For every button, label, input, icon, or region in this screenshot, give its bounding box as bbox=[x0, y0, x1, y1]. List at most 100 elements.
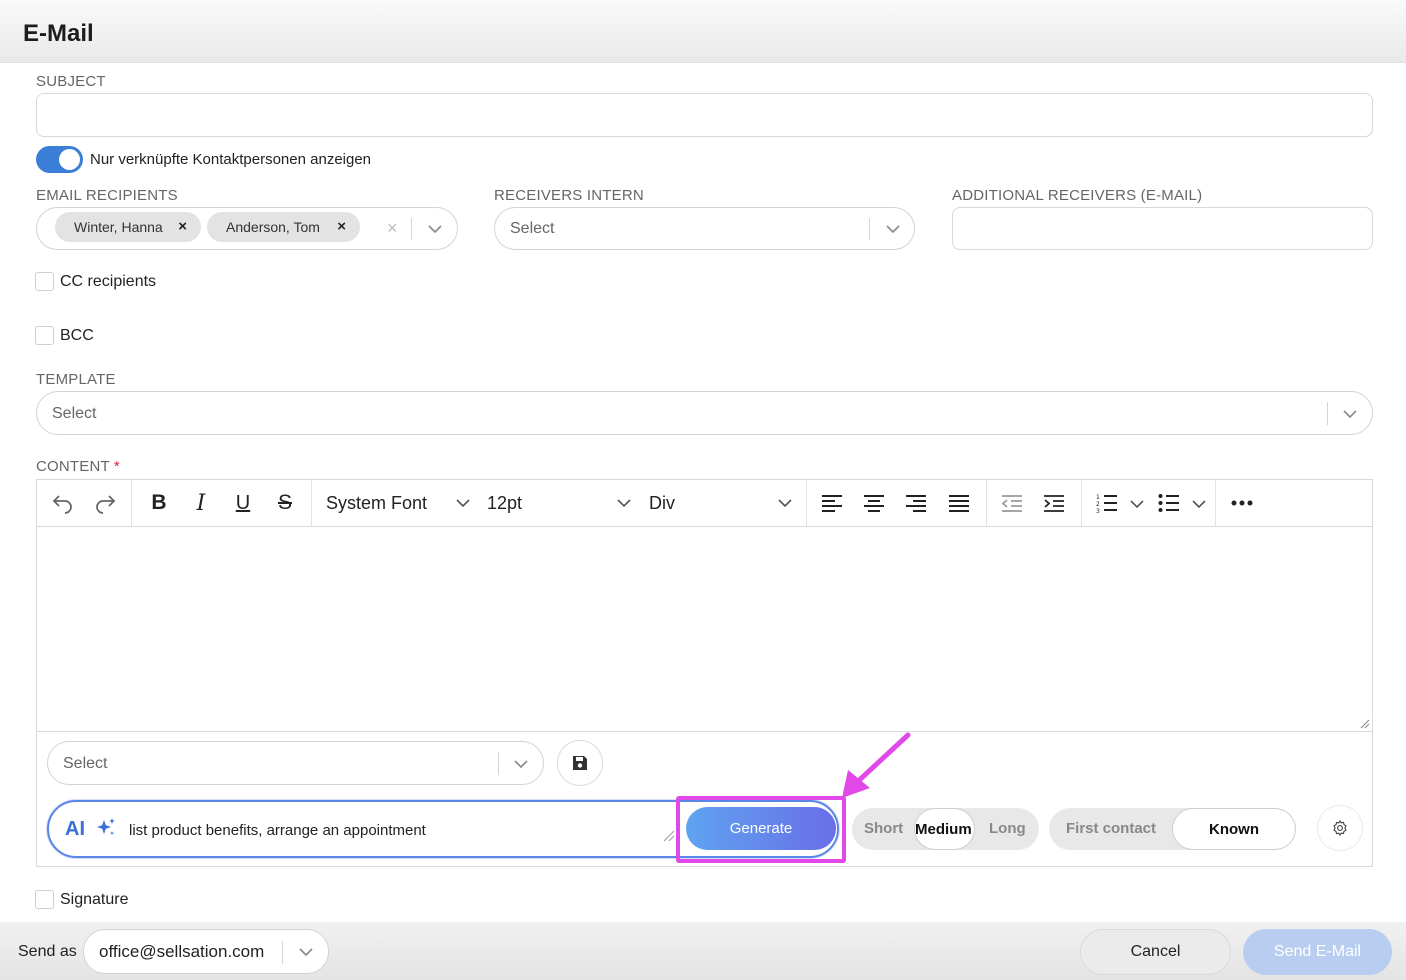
chevron-down-icon[interactable] bbox=[1189, 494, 1209, 514]
length-segmented-control: Short Medium Long bbox=[852, 808, 1039, 850]
length-option-short[interactable]: Short bbox=[864, 820, 903, 837]
resize-handle-icon[interactable] bbox=[1360, 719, 1370, 729]
send-as-label: Send as bbox=[18, 943, 77, 960]
template-label: TEMPLATE bbox=[36, 371, 116, 388]
chevron-down-icon[interactable] bbox=[1127, 494, 1147, 514]
cc-checkbox[interactable] bbox=[35, 272, 54, 291]
clear-icon[interactable]: × bbox=[387, 218, 398, 239]
svg-text:3: 3 bbox=[1096, 508, 1100, 513]
ai-settings-button[interactable] bbox=[1317, 805, 1363, 851]
select-separator bbox=[282, 941, 283, 964]
redo-button[interactable] bbox=[91, 490, 121, 516]
bcc-checkbox[interactable] bbox=[35, 326, 54, 345]
select-separator bbox=[411, 218, 412, 240]
svg-text:2: 2 bbox=[1096, 501, 1100, 508]
align-center-icon bbox=[864, 495, 884, 512]
toggle-knob bbox=[59, 149, 80, 170]
save-snippet-button[interactable] bbox=[557, 740, 603, 786]
bcc-label: BCC bbox=[60, 327, 94, 344]
indent-icon bbox=[1044, 495, 1064, 512]
snippet-select[interactable]: Select bbox=[47, 741, 544, 785]
linked-contacts-label: Nur verknüpfte Kontaktpersonen anzeigen bbox=[90, 151, 372, 168]
recipient-chip: Winter, Hanna × bbox=[55, 212, 201, 242]
email-recipients-label: EMAIL RECIPIENTS bbox=[36, 187, 178, 204]
more-button[interactable] bbox=[1227, 490, 1257, 516]
italic-button[interactable]: I bbox=[186, 490, 216, 516]
chevron-down-icon[interactable] bbox=[614, 493, 634, 513]
bullet-list-button[interactable] bbox=[1154, 490, 1184, 516]
strikethrough-button[interactable]: S bbox=[270, 490, 300, 516]
numbered-list-icon: 123 bbox=[1096, 494, 1117, 513]
content-label-text: CONTENT bbox=[36, 458, 110, 475]
align-right-button[interactable] bbox=[901, 490, 931, 516]
receivers-intern-placeholder: Select bbox=[510, 220, 555, 237]
align-group bbox=[807, 480, 987, 526]
bullet-list-icon bbox=[1158, 494, 1179, 512]
editor-toolbar: B I U S System Font 12pt Div 1 2 3 bbox=[37, 480, 1372, 527]
cc-label: CC recipients bbox=[60, 273, 157, 290]
chevron-down-icon[interactable] bbox=[425, 219, 445, 239]
remove-chip-icon[interactable]: × bbox=[178, 212, 187, 242]
chevron-down-icon[interactable] bbox=[775, 493, 795, 513]
template-placeholder: Select bbox=[52, 405, 97, 422]
select-separator bbox=[869, 218, 870, 240]
ai-label: AI bbox=[65, 818, 85, 840]
chevron-down-icon[interactable] bbox=[453, 493, 473, 513]
outdent-button[interactable] bbox=[997, 490, 1027, 516]
font-family-value: System Font bbox=[326, 493, 428, 513]
receivers-intern-select[interactable]: Select bbox=[494, 207, 915, 250]
gear-icon bbox=[1333, 820, 1347, 836]
send-as-select[interactable]: office@sellsation.com bbox=[83, 929, 329, 974]
chevron-down-icon[interactable] bbox=[296, 942, 316, 962]
font-group: System Font 12pt Div bbox=[312, 480, 807, 526]
snippet-placeholder: Select bbox=[63, 755, 108, 772]
align-left-icon bbox=[822, 495, 842, 512]
undo-button[interactable] bbox=[47, 490, 77, 516]
underline-icon: U bbox=[235, 491, 251, 514]
more-dots-icon bbox=[1231, 500, 1253, 506]
additional-receivers-input[interactable] bbox=[952, 207, 1373, 250]
numbered-list-button[interactable]: 123 bbox=[1092, 490, 1122, 516]
subject-label: SUBJECT bbox=[36, 73, 106, 90]
chevron-down-icon[interactable] bbox=[511, 754, 531, 774]
template-select[interactable]: Select bbox=[36, 391, 1373, 435]
bold-button[interactable]: B bbox=[144, 490, 174, 516]
recipient-chip: Anderson, Tom × bbox=[207, 212, 360, 242]
receivers-intern-label: RECEIVERS INTERN bbox=[494, 187, 644, 204]
outdent-icon bbox=[1001, 495, 1022, 512]
align-left-button[interactable] bbox=[817, 490, 847, 516]
sparkle-icon bbox=[97, 818, 115, 835]
block-format-value: Div bbox=[649, 493, 675, 513]
relation-option-known[interactable]: Known bbox=[1172, 808, 1296, 850]
chevron-down-icon[interactable] bbox=[1340, 404, 1360, 424]
length-option-long[interactable]: Long bbox=[989, 820, 1026, 837]
undo-icon bbox=[52, 495, 72, 514]
signature-checkbox[interactable] bbox=[35, 890, 54, 909]
resize-handle-icon[interactable] bbox=[663, 830, 675, 842]
subject-input[interactable] bbox=[36, 93, 1373, 137]
send-as-value: office@sellsation.com bbox=[99, 942, 265, 961]
dialog-header: E-Mail bbox=[0, 0, 1406, 63]
generate-highlight-box bbox=[676, 796, 846, 863]
floppy-disk-icon bbox=[573, 756, 587, 770]
align-justify-button[interactable] bbox=[944, 490, 974, 516]
send-email-button[interactable]: Send E-Mail bbox=[1243, 929, 1392, 975]
length-option-medium[interactable]: Medium bbox=[914, 808, 975, 850]
annotation-arrow-icon bbox=[842, 732, 911, 798]
content-editable-area[interactable] bbox=[37, 527, 1372, 732]
dialog-title: E-Mail bbox=[23, 20, 94, 47]
linked-contacts-toggle[interactable] bbox=[36, 146, 83, 173]
additional-receivers-label: ADDITIONAL RECEIVERS (E-MAIL) bbox=[952, 187, 1203, 204]
ai-prompt-input[interactable]: list product benefits, arrange an appoin… bbox=[129, 822, 426, 839]
underline-button[interactable]: U bbox=[228, 490, 258, 516]
format-group: B I U S bbox=[132, 480, 312, 526]
align-center-button[interactable] bbox=[859, 490, 889, 516]
signature-label: Signature bbox=[60, 891, 129, 908]
indent-button[interactable] bbox=[1039, 490, 1069, 516]
relation-option-first-contact[interactable]: First contact bbox=[1066, 820, 1156, 837]
strikethrough-icon: S bbox=[277, 491, 292, 514]
chevron-down-icon[interactable] bbox=[883, 219, 903, 239]
cancel-button[interactable]: Cancel bbox=[1080, 929, 1231, 975]
content-label: CONTENT * bbox=[36, 458, 120, 475]
remove-chip-icon[interactable]: × bbox=[337, 212, 346, 242]
